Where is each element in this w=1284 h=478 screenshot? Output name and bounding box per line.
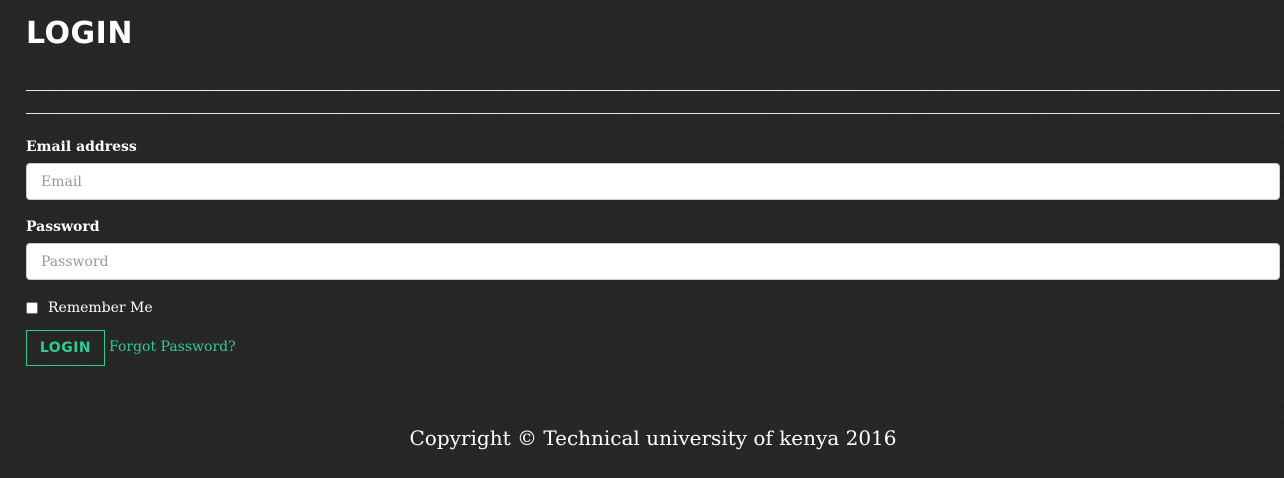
remember-me-checkbox[interactable] xyxy=(26,302,38,314)
copyright-text: Copyright © Technical university of keny… xyxy=(409,426,897,450)
page-title: LOGIN xyxy=(26,16,133,51)
divider-bottom xyxy=(26,113,1280,114)
email-label: Email address xyxy=(26,139,137,155)
remember-me-row: Remember Me xyxy=(26,298,153,318)
password-label: Password xyxy=(26,219,100,235)
forgot-password-link[interactable]: Forgot Password? xyxy=(109,338,236,356)
login-button[interactable]: LOGIN xyxy=(26,330,105,366)
password-input[interactable] xyxy=(26,243,1280,280)
divider-top xyxy=(26,90,1280,91)
email-input[interactable] xyxy=(26,163,1280,200)
remember-me-label: Remember Me xyxy=(48,300,153,316)
